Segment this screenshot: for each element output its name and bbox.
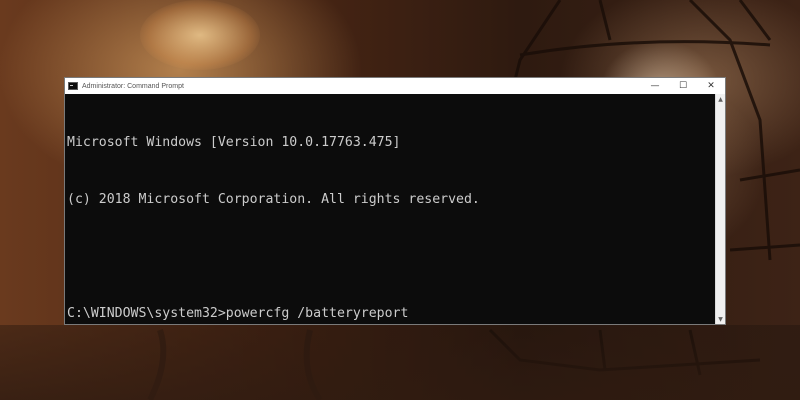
cmd-icon	[68, 82, 78, 90]
console-output[interactable]: Microsoft Windows [Version 10.0.17763.47…	[65, 94, 715, 324]
minimize-button[interactable]: —	[641, 78, 669, 94]
scroll-down-icon[interactable]: ▼	[716, 314, 725, 324]
maximize-button[interactable]: ☐	[669, 78, 697, 94]
console-line: Microsoft Windows [Version 10.0.17763.47…	[67, 135, 401, 150]
vertical-scrollbar[interactable]: ▲ ▼	[715, 94, 725, 324]
close-button[interactable]: ✕	[697, 78, 725, 94]
scroll-up-icon[interactable]: ▲	[716, 94, 725, 104]
window-title: Administrator: Command Prompt	[82, 82, 184, 90]
window-controls: — ☐ ✕	[641, 78, 725, 94]
console-line: (c) 2018 Microsoft Corporation. All righ…	[67, 192, 480, 207]
background-shadow	[0, 325, 800, 400]
title-bar[interactable]: Administrator: Command Prompt — ☐ ✕	[65, 78, 725, 94]
console-command-line: C:\WINDOWS\system32>powercfg /batteryrep…	[67, 306, 409, 321]
command-prompt-window: Administrator: Command Prompt — ☐ ✕ Micr…	[64, 77, 726, 325]
